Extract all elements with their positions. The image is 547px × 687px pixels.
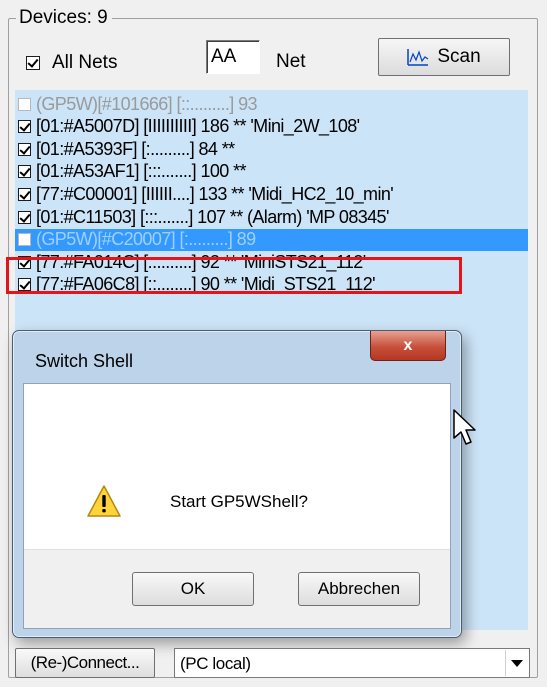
scan-chart-icon xyxy=(407,49,429,66)
scan-button[interactable]: Scan xyxy=(378,38,510,76)
list-item[interactable]: [01:#A5393F] [:.........] 84 ** xyxy=(15,138,528,160)
list-item-checkbox[interactable] xyxy=(18,120,31,134)
list-item-label: [01:#C11503] [:::.......] 107 ** (Alarm)… xyxy=(36,206,389,227)
chevron-down-icon[interactable] xyxy=(505,650,528,676)
dialog-title: Switch Shell xyxy=(35,351,134,371)
list-item-label: [01:#A5393F] [:.........] 84 ** xyxy=(36,138,235,159)
list-item-checkbox[interactable] xyxy=(18,97,31,111)
list-item-checkbox[interactable] xyxy=(18,210,31,224)
close-button[interactable]: x xyxy=(370,331,446,361)
list-item[interactable]: (GP5W)[#101666] [::.........] 93 xyxy=(15,93,528,115)
list-item[interactable]: [77:#C00001] [IIIIII....] 133 ** 'Midi_H… xyxy=(15,183,528,205)
cancel-button[interactable]: Abbrechen xyxy=(298,572,420,606)
connection-select[interactable]: (PC local) xyxy=(174,648,530,678)
annotation-highlight-box xyxy=(6,257,462,294)
list-item-checkbox[interactable] xyxy=(18,233,31,247)
all-nets-label: All Nets xyxy=(52,52,118,73)
list-item-checkbox[interactable] xyxy=(18,142,31,156)
all-nets-check-icon[interactable] xyxy=(26,56,40,70)
dialog-button-bar: OK Abbrechen xyxy=(24,549,450,628)
dialog-body: Start GP5WShell? OK Abbrechen xyxy=(23,383,451,629)
list-item[interactable]: (GP5W)[#C20007] [:.........] 89 xyxy=(15,228,528,251)
list-item-label: (GP5W)[#101666] [::.........] 93 xyxy=(36,93,258,114)
list-item-label: [77:#C00001] [IIIIII....] 133 ** 'Midi_H… xyxy=(36,183,394,204)
net-input[interactable]: AA xyxy=(206,40,260,74)
list-item[interactable]: [01:#C11503] [:::.......] 107 ** (Alarm)… xyxy=(15,206,528,228)
list-item[interactable]: [01:#A53AF1] [:::.......] 100 ** xyxy=(15,161,528,183)
devices-count-title: Devices: 9 xyxy=(16,8,112,28)
warning-icon xyxy=(87,485,121,517)
list-item-checkbox[interactable] xyxy=(18,165,31,179)
mouse-cursor-icon xyxy=(453,409,476,445)
all-nets-checkbox[interactable]: All Nets xyxy=(26,52,117,74)
list-item-label: (GP5W)[#C20007] [:.........] 89 xyxy=(36,229,256,250)
scan-label: Scan xyxy=(437,46,481,67)
close-icon: x xyxy=(403,336,413,354)
list-item-label: [01:#A53AF1] [:::.......] 100 ** xyxy=(36,161,247,182)
net-label: Net xyxy=(276,51,306,72)
list-item-label: [01:#A5007D] [IIIIIIIIII] 186 ** 'Mini_2… xyxy=(36,116,360,137)
reconnect-button[interactable]: (Re-)Connect... xyxy=(15,648,155,678)
ok-button[interactable]: OK xyxy=(132,572,254,606)
switch-shell-dialog: Switch Shell x Start GP5WShell? OK Abbre… xyxy=(12,330,462,638)
connection-value: (PC local) xyxy=(180,654,251,673)
list-item[interactable]: [01:#A5007D] [IIIIIIIIII] 186 ** 'Mini_2… xyxy=(15,116,528,138)
dialog-message: Start GP5WShell? xyxy=(170,492,308,511)
list-item-checkbox[interactable] xyxy=(18,187,31,201)
